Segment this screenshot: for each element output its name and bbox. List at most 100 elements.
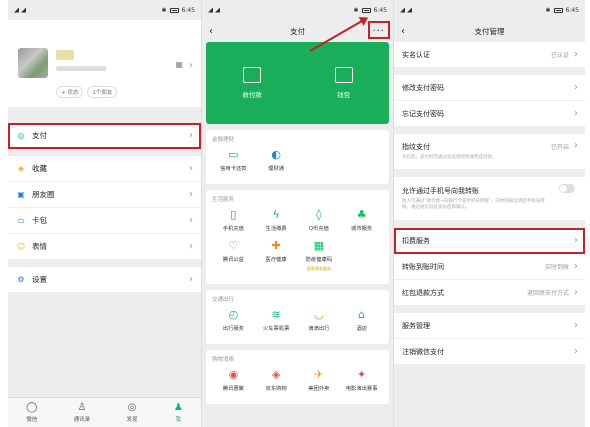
settings-icon: ⚙ — [17, 275, 25, 284]
menu-item-settings[interactable]: ⚙ 设置 › — [8, 267, 201, 293]
chevron-right-icon: › — [574, 261, 578, 272]
section-finance: 金融理财 ▭ 信用卡还款 ◐ 理财通 — [206, 130, 389, 184]
section-shopping: 购物消费 ◉ 腾讯惠聚 ◈ 京东购物 ✈ 美团外卖 ✦ 电影演出赛事 — [206, 350, 389, 404]
discover-icon: ◎ — [127, 401, 137, 413]
service-utility[interactable]: ϟ 生活缴费 — [255, 209, 298, 233]
battery-icon — [169, 7, 179, 13]
row-cancel-pay[interactable]: 注销微信支付 › — [394, 339, 585, 365]
row-forgot-password[interactable]: 忘记支付密码 › — [394, 101, 585, 127]
status-tag[interactable]: + 状态 — [56, 86, 84, 98]
battery-icon — [553, 7, 563, 13]
row-change-password[interactable]: 修改支付密码 › — [394, 75, 585, 101]
chevron-right-icon: › — [189, 163, 193, 174]
row-desc: 他人可通过"收付款→向银行卡或手机号转账"，向你的微信绑定手机号转账，通过短信验… — [402, 199, 545, 210]
service-label: 理财通 — [268, 166, 285, 172]
avatar[interactable] — [18, 48, 48, 78]
service-train[interactable]: ≋ 火车票机票 — [255, 308, 298, 333]
more-highlight-box — [368, 21, 390, 39]
mgmt-nav-bar: ‹ 支付管理 — [394, 20, 585, 42]
service-credit-card[interactable]: ▭ 信用卡还款 — [212, 149, 255, 173]
section-title: 交通出行 — [212, 297, 235, 303]
status-bar: ✱ 6:45 — [394, 0, 585, 20]
service-tencent-shop[interactable]: ◉ 腾讯惠聚 — [212, 369, 255, 393]
row-real-name[interactable]: 实名认证 已认证 › — [394, 42, 585, 68]
menu-item-cards[interactable]: ▭ 卡包 › — [8, 208, 201, 234]
row-value: 实时到账 — [544, 264, 569, 271]
profile-header[interactable]: ▦ › + 状态 1个朋友 — [8, 20, 201, 107]
service-phone-topup[interactable]: ▯ 手机充值 — [212, 208, 255, 233]
row-label: 实名认证 — [402, 50, 430, 59]
menu-item-label: 表情 — [32, 242, 47, 251]
phone-icon: ▯ — [230, 208, 237, 221]
signal-icon — [14, 7, 19, 13]
tab-discover[interactable]: ◎ 发现 — [127, 401, 138, 423]
status-time: 6:45 — [373, 6, 387, 14]
bluetooth-icon: ✱ — [161, 6, 167, 14]
wechat-id-blurred — [56, 66, 106, 71]
row-redpacket-refund[interactable]: 红包退款方式 退回原支付方式 › — [394, 280, 585, 306]
menu-item-label: 收藏 — [32, 164, 47, 173]
chevron-right-icon: › — [189, 130, 193, 141]
service-label: 美团外卖 — [308, 386, 330, 392]
friends-tag[interactable]: 1个朋友 — [87, 86, 118, 98]
green-label: 收付款 — [242, 91, 262, 99]
menu-item-stickers[interactable]: ☺ 表情 › — [8, 234, 201, 260]
bluetooth-icon: ✱ — [353, 6, 359, 14]
service-sublabel: 国家政务服务 — [306, 266, 331, 271]
section-title: 生活服务 — [212, 197, 235, 203]
service-hotel[interactable]: ⌂ 酒店 — [340, 309, 383, 333]
train-icon: ≋ — [271, 308, 281, 321]
service-label: Q币充值 — [308, 226, 329, 232]
tab-me[interactable]: ♟ 我 — [174, 402, 183, 423]
wallet-icon — [334, 67, 353, 83]
tab-chats[interactable]: ◯ 微信 — [26, 402, 37, 423]
row-label: 扣费服务 — [402, 236, 430, 245]
wealth-icon: ◐ — [271, 148, 281, 161]
chevron-right-icon: › — [574, 108, 578, 119]
me-menu-group-2: ◈ 收藏 › ▣ 朋友圈 › ▭ 卡包 › ☺ 表情 › — [8, 156, 201, 260]
service-meituan[interactable]: ✈ 美团外卖 — [298, 369, 341, 393]
nickname-blurred — [56, 50, 74, 60]
service-label: 城市服务 — [351, 226, 373, 232]
service-wealth[interactable]: ◐ 理财通 — [255, 148, 298, 173]
row-service-management[interactable]: 服务管理 › — [394, 313, 585, 339]
row-label: 允许通过手机号向我转账 — [402, 187, 479, 195]
service-label: 电影演出赛事 — [345, 386, 378, 392]
wallet-button[interactable]: 钱包 — [334, 67, 353, 99]
chevron-right-icon: › — [189, 274, 193, 285]
service-charity[interactable]: ♡ 腾讯公益 — [212, 240, 255, 272]
signal-icon — [21, 7, 26, 13]
chevron-right-icon: › — [574, 346, 578, 357]
mgmt-group-5: 扣费服务 › 转账到账时间 实时到账 › 红包退款方式 退回原支付方式 › — [394, 228, 585, 306]
receive-pay-button[interactable]: 收付款 — [242, 67, 262, 99]
tab-contacts[interactable]: ♙ 通讯录 — [74, 402, 91, 423]
row-transfer-time[interactable]: 转账到账时间 实时到账 › — [394, 254, 585, 280]
row-label: 修改支付密码 — [402, 83, 444, 92]
menu-item-moments[interactable]: ▣ 朋友圈 › — [8, 182, 201, 208]
service-city[interactable]: ♣ 城市服务 — [340, 209, 383, 233]
back-icon[interactable]: ‹ — [209, 26, 213, 37]
service-travel[interactable]: ◴ 出行服务 — [212, 309, 255, 333]
back-icon[interactable]: ‹ — [401, 26, 405, 37]
service-didi[interactable]: ◡ 滴滴出行 — [298, 309, 341, 333]
bluetooth-icon: ✱ — [545, 6, 551, 14]
qr-code-icon[interactable]: ▦ — [175, 60, 183, 69]
service-jd[interactable]: ◈ 京东购物 — [255, 369, 298, 393]
cards-icon: ▭ — [17, 216, 25, 225]
service-medical[interactable]: ✚ 医疗健康 — [255, 240, 298, 272]
moments-icon: ▣ — [17, 190, 25, 199]
phone-transfer-toggle[interactable] — [559, 184, 575, 193]
row-fingerprint[interactable]: 指纹支付 开启后，支付时可通过验证指纹快速完成付款。 已开启 › — [394, 134, 585, 170]
row-deduction-service[interactable]: 扣费服务 › — [394, 228, 585, 254]
menu-item-label: 朋友圈 — [32, 190, 55, 199]
menu-item-pay[interactable]: ◎ 支付 › — [8, 123, 201, 149]
service-healthcode[interactable]: ▦ 防疫健康码 国家政务服务 — [298, 240, 341, 272]
charity-icon: ♡ — [228, 239, 239, 252]
service-movie[interactable]: ✦ 电影演出赛事 — [340, 369, 383, 393]
scan-qr-icon — [243, 67, 262, 83]
status-time: 6:45 — [181, 6, 195, 14]
menu-item-favorites[interactable]: ◈ 收藏 › — [8, 156, 201, 182]
row-label: 服务管理 — [402, 321, 430, 330]
service-qcoin[interactable]: ◊ Q币充值 — [298, 209, 341, 233]
payment-management-screen: ✱ 6:45 ‹ 支付管理 实名认证 已认证 › 修改支付密码 › 忘记支付密码 › 指纹… — [393, 0, 585, 427]
